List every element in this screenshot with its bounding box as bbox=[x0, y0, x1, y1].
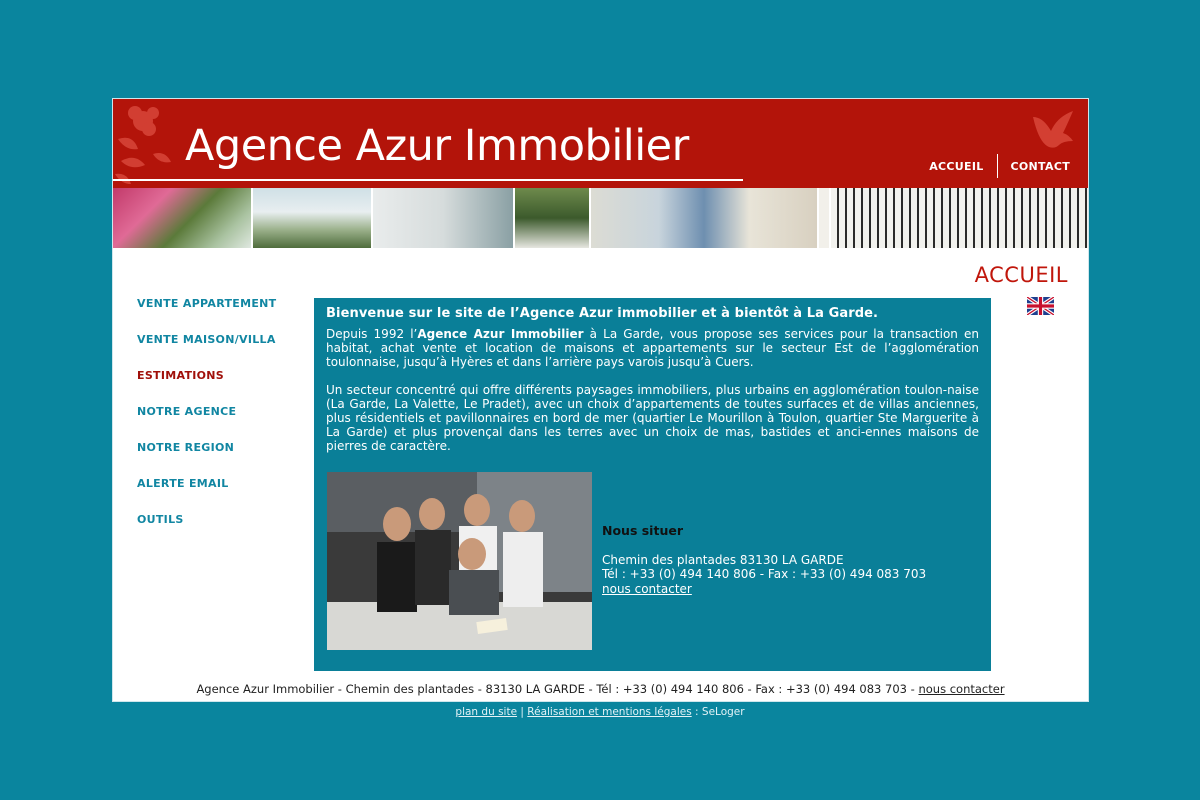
nav-separator bbox=[996, 154, 998, 178]
window-photo bbox=[515, 188, 591, 248]
houses-photo bbox=[591, 188, 819, 248]
site-header: Agence Azur Immobilier ACCUEIL CONTACT bbox=[113, 99, 1088, 188]
logo-underline bbox=[113, 179, 743, 181]
contact-link[interactable]: nous contacter bbox=[602, 582, 692, 596]
footer-contact-link[interactable]: nous contacter bbox=[918, 682, 1004, 696]
agency-name-bold: Agence Azur Immobilier bbox=[417, 327, 584, 341]
legal-link[interactable]: Réalisation et mentions légales bbox=[527, 706, 691, 718]
footer-text: Agence Azur Immobilier - Chemin des plan… bbox=[196, 682, 919, 696]
sidenav-vente-appartement[interactable]: VENTE APPARTEMENT bbox=[137, 297, 277, 333]
logo-text[interactable]: Agence Azur Immobilier bbox=[185, 121, 689, 171]
balcony-photo bbox=[831, 188, 1088, 248]
palm-building-photo bbox=[253, 188, 373, 248]
flowers-photo bbox=[113, 188, 253, 248]
main-content: Bienvenue sur le site de l’Agence Azur i… bbox=[314, 298, 991, 671]
welcome-title: Bienvenue sur le site de l’Agence Azur i… bbox=[326, 306, 879, 321]
footer-address: Agence Azur Immobilier - Chemin des plan… bbox=[113, 682, 1088, 696]
rose-decoration-icon bbox=[115, 106, 171, 184]
sidenav-outils[interactable]: OUTILS bbox=[137, 513, 277, 549]
white-building-photo bbox=[373, 188, 515, 248]
sitemap-link[interactable]: plan du site bbox=[455, 706, 517, 718]
wall-photo bbox=[819, 188, 831, 248]
page-container: Agence Azur Immobilier ACCUEIL CONTACT A… bbox=[112, 98, 1089, 702]
phone-fax-text: Tél : +33 (0) 494 140 806 - Fax : +33 (0… bbox=[602, 567, 927, 581]
intro-paragraph: Depuis 1992 l’Agence Azur Immobilier à L… bbox=[326, 327, 979, 369]
intro-text-start: Depuis 1992 l’ bbox=[326, 327, 418, 341]
sidenav-estimations[interactable]: ESTIMATIONS bbox=[137, 369, 277, 405]
locate-title: Nous situer bbox=[602, 523, 683, 538]
sidenav-notre-agence[interactable]: NOTRE AGENCE bbox=[137, 405, 277, 441]
team-photo bbox=[327, 472, 592, 650]
sidenav-vente-maison-villa[interactable]: VENTE MAISON/VILLA bbox=[137, 333, 277, 369]
seloger-credit: : SeLoger bbox=[695, 706, 745, 718]
location-block: Nous situer Chemin des plantades 83130 L… bbox=[602, 523, 927, 596]
bird-decoration-icon bbox=[1033, 111, 1073, 148]
top-nav: ACCUEIL CONTACT bbox=[929, 154, 1070, 178]
sidenav-alerte-email[interactable]: ALERTE EMAIL bbox=[137, 477, 277, 513]
nav-accueil-link[interactable]: ACCUEIL bbox=[929, 160, 983, 173]
uk-flag-icon[interactable] bbox=[1027, 297, 1054, 315]
sidenav-notre-region[interactable]: NOTRE REGION bbox=[137, 441, 277, 477]
nav-contact-link[interactable]: CONTACT bbox=[1011, 160, 1070, 173]
side-nav: VENTE APPARTEMENT VENTE MAISON/VILLA EST… bbox=[137, 297, 277, 549]
address-text: Chemin des plantades 83130 LA GARDE bbox=[602, 552, 844, 567]
header-photo-strip bbox=[113, 188, 1088, 248]
sector-paragraph: Un secteur concentré qui offre différent… bbox=[326, 383, 979, 453]
bottom-separator: | bbox=[520, 706, 524, 718]
bottom-links: plan du site | Réalisation et mentions l… bbox=[0, 706, 1200, 718]
page-title: ACCUEIL bbox=[974, 263, 1068, 287]
